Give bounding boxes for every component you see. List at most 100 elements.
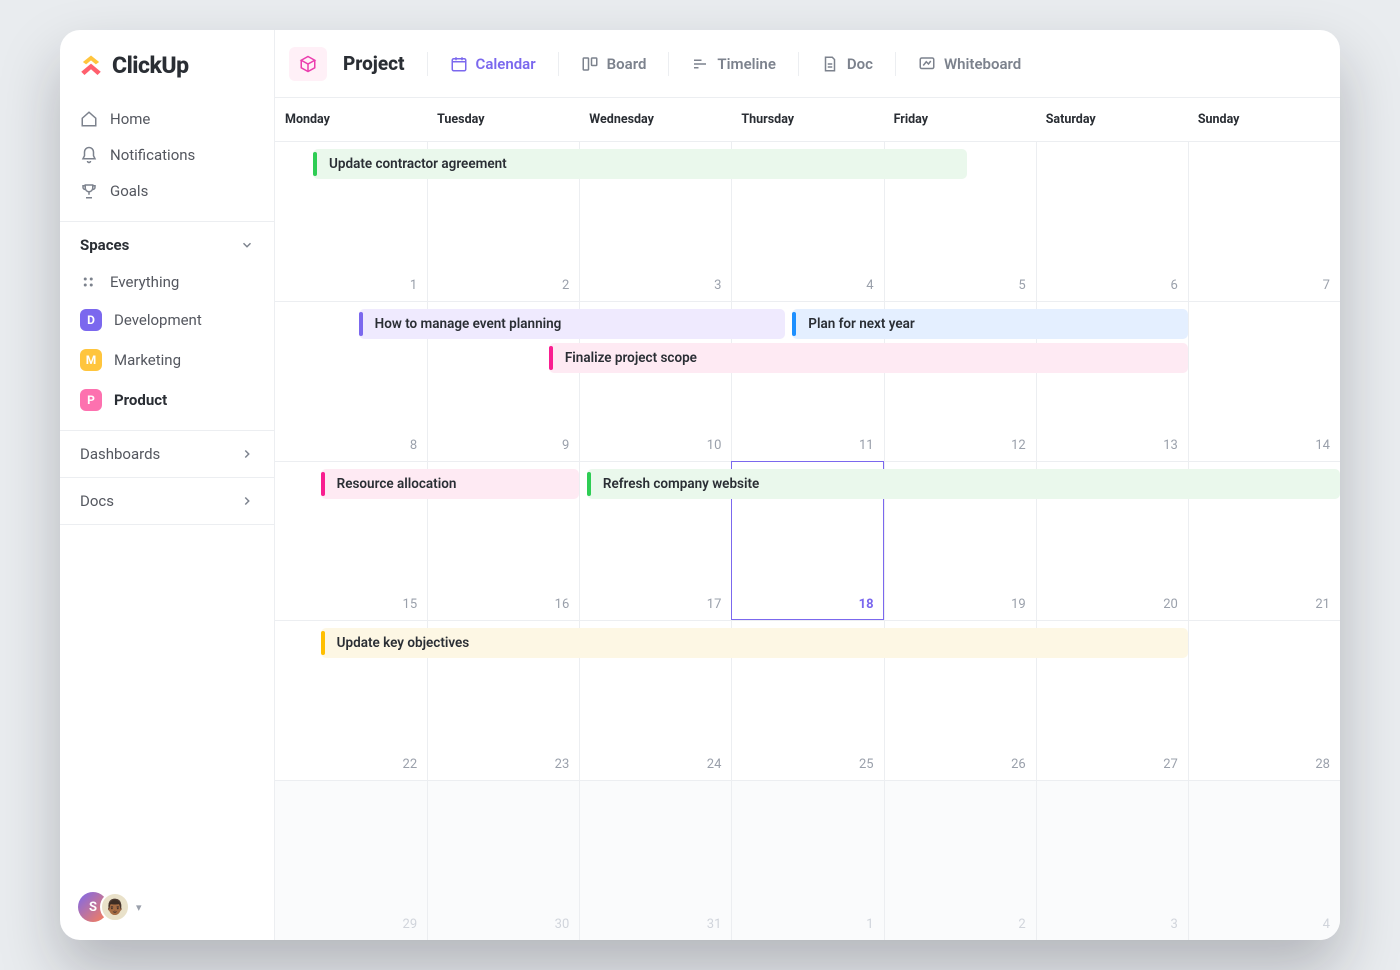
- day-number: 23: [555, 757, 570, 772]
- view-tab-doc[interactable]: Doc: [809, 47, 885, 81]
- separator: [895, 52, 896, 76]
- calendar-cell[interactable]: 14: [1188, 301, 1340, 461]
- nav-home[interactable]: Home: [70, 101, 264, 137]
- day-number: 9: [562, 438, 569, 453]
- event-title: Update key objectives: [337, 635, 470, 651]
- board-icon: [581, 55, 599, 73]
- calendar: MondayTuesdayWednesdayThursdayFridaySatu…: [275, 97, 1340, 940]
- sidebar-item-dashboards[interactable]: Dashboards: [60, 430, 274, 477]
- day-number: 7: [1323, 278, 1330, 293]
- day-number: 10: [707, 438, 722, 453]
- day-number: 21: [1315, 597, 1330, 612]
- brand-name: ClickUp: [112, 52, 189, 79]
- day-header: Friday: [884, 98, 1036, 141]
- clickup-logo-icon: [78, 53, 104, 79]
- brand[interactable]: ClickUp: [60, 30, 274, 97]
- event-title: Update contractor agreement: [329, 156, 507, 172]
- whiteboard-icon: [918, 55, 936, 73]
- event-accent-bar: [313, 152, 317, 176]
- sidebar-item-label: Development: [114, 311, 202, 329]
- day-number: 19: [1011, 597, 1026, 612]
- day-number: 24: [707, 757, 722, 772]
- calendar-event[interactable]: Resource allocation: [321, 469, 580, 499]
- calendar-event[interactable]: Finalize project scope: [549, 343, 1188, 373]
- user-switcher[interactable]: S 👨🏾 ▾: [78, 892, 142, 922]
- view-tab-board[interactable]: Board: [569, 47, 659, 81]
- sidebar-item-product[interactable]: P Product: [60, 380, 274, 420]
- calendar-cell[interactable]: 28: [1188, 620, 1340, 780]
- day-number: 4: [1323, 917, 1330, 932]
- calendar-cell[interactable]: 4: [1188, 780, 1340, 940]
- bell-icon: [80, 146, 98, 164]
- calendar-cell[interactable]: 29: [275, 780, 427, 940]
- calendar-cell[interactable]: 1: [731, 780, 883, 940]
- day-number: 16: [555, 597, 570, 612]
- sidebar-item-label: Dashboards: [80, 445, 160, 463]
- day-header: Saturday: [1036, 98, 1188, 141]
- day-number: 14: [1315, 438, 1330, 453]
- spaces-header-label: Spaces: [80, 236, 129, 254]
- space-badge: D: [80, 309, 102, 331]
- day-number: 27: [1163, 757, 1178, 772]
- calendar-icon: [450, 55, 468, 73]
- calendar-cell[interactable]: 7: [1188, 141, 1340, 301]
- sidebar-item-development[interactable]: D Development: [60, 300, 274, 340]
- view-tab-whiteboard[interactable]: Whiteboard: [906, 47, 1033, 81]
- view-tab-label: Board: [607, 55, 647, 73]
- day-number: 2: [562, 278, 569, 293]
- nav-goals[interactable]: Goals: [70, 173, 264, 209]
- view-tab-label: Doc: [847, 55, 873, 73]
- day-number: 30: [555, 917, 570, 932]
- calendar-event[interactable]: How to manage event planning: [359, 309, 785, 339]
- view-tab-calendar[interactable]: Calendar: [438, 47, 548, 81]
- project-title: Project: [331, 44, 417, 83]
- day-number: 13: [1163, 438, 1178, 453]
- day-number: 2: [1018, 917, 1025, 932]
- sidebar-item-docs[interactable]: Docs: [60, 477, 274, 525]
- day-number: 1: [410, 278, 417, 293]
- chevron-right-icon: [240, 494, 254, 508]
- calendar-cell[interactable]: 3: [1036, 780, 1188, 940]
- event-accent-bar: [792, 312, 796, 336]
- spaces-header[interactable]: Spaces: [60, 221, 274, 264]
- chevron-right-icon: [240, 447, 254, 461]
- event-accent-bar: [549, 346, 553, 370]
- nav-label: Notifications: [110, 146, 195, 164]
- calendar-event[interactable]: Plan for next year: [792, 309, 1188, 339]
- sidebar-item-marketing[interactable]: M Marketing: [60, 340, 274, 380]
- day-header: Monday: [275, 98, 427, 141]
- calendar-cell[interactable]: 6: [1036, 141, 1188, 301]
- calendar-event[interactable]: Refresh company website: [587, 469, 1340, 499]
- calendar-cell[interactable]: 31: [579, 780, 731, 940]
- sidebar-item-label: Docs: [80, 492, 114, 510]
- calendar-cell[interactable]: 2: [884, 780, 1036, 940]
- nav-label: Goals: [110, 182, 148, 200]
- sidebar-item-label: Product: [114, 391, 167, 409]
- day-number: 11: [859, 438, 874, 453]
- view-tab-timeline[interactable]: Timeline: [679, 47, 787, 81]
- user-avatar-2: 👨🏾: [100, 892, 130, 922]
- calendar-event[interactable]: Update key objectives: [321, 628, 1188, 658]
- sidebar-item-label: Marketing: [114, 351, 181, 369]
- dots-square-icon: [80, 273, 98, 291]
- event-accent-bar: [587, 472, 591, 496]
- view-tab-label: Calendar: [476, 55, 536, 73]
- doc-icon: [821, 55, 839, 73]
- calendar-event[interactable]: Update contractor agreement: [313, 149, 967, 179]
- app-window: ClickUp Home Notifications Goals Spaces …: [60, 30, 1340, 940]
- view-tab-label: Timeline: [717, 55, 775, 73]
- separator: [427, 52, 428, 76]
- event-title: Refresh company website: [603, 476, 759, 492]
- sidebar-item-everything[interactable]: Everything: [60, 264, 274, 300]
- sidebar-item-label: Everything: [110, 273, 179, 291]
- calendar-day-headers: MondayTuesdayWednesdayThursdayFridaySatu…: [275, 98, 1340, 141]
- cube-icon: [299, 55, 317, 73]
- day-number: 17: [707, 597, 722, 612]
- day-number: 4: [866, 278, 873, 293]
- nav-notifications[interactable]: Notifications: [70, 137, 264, 173]
- space-badge: M: [80, 349, 102, 371]
- project-icon-badge[interactable]: [289, 47, 327, 81]
- calendar-cell[interactable]: 30: [427, 780, 579, 940]
- separator: [798, 52, 799, 76]
- calendar-grid: 1234567891011121314151617181920212223242…: [275, 141, 1340, 940]
